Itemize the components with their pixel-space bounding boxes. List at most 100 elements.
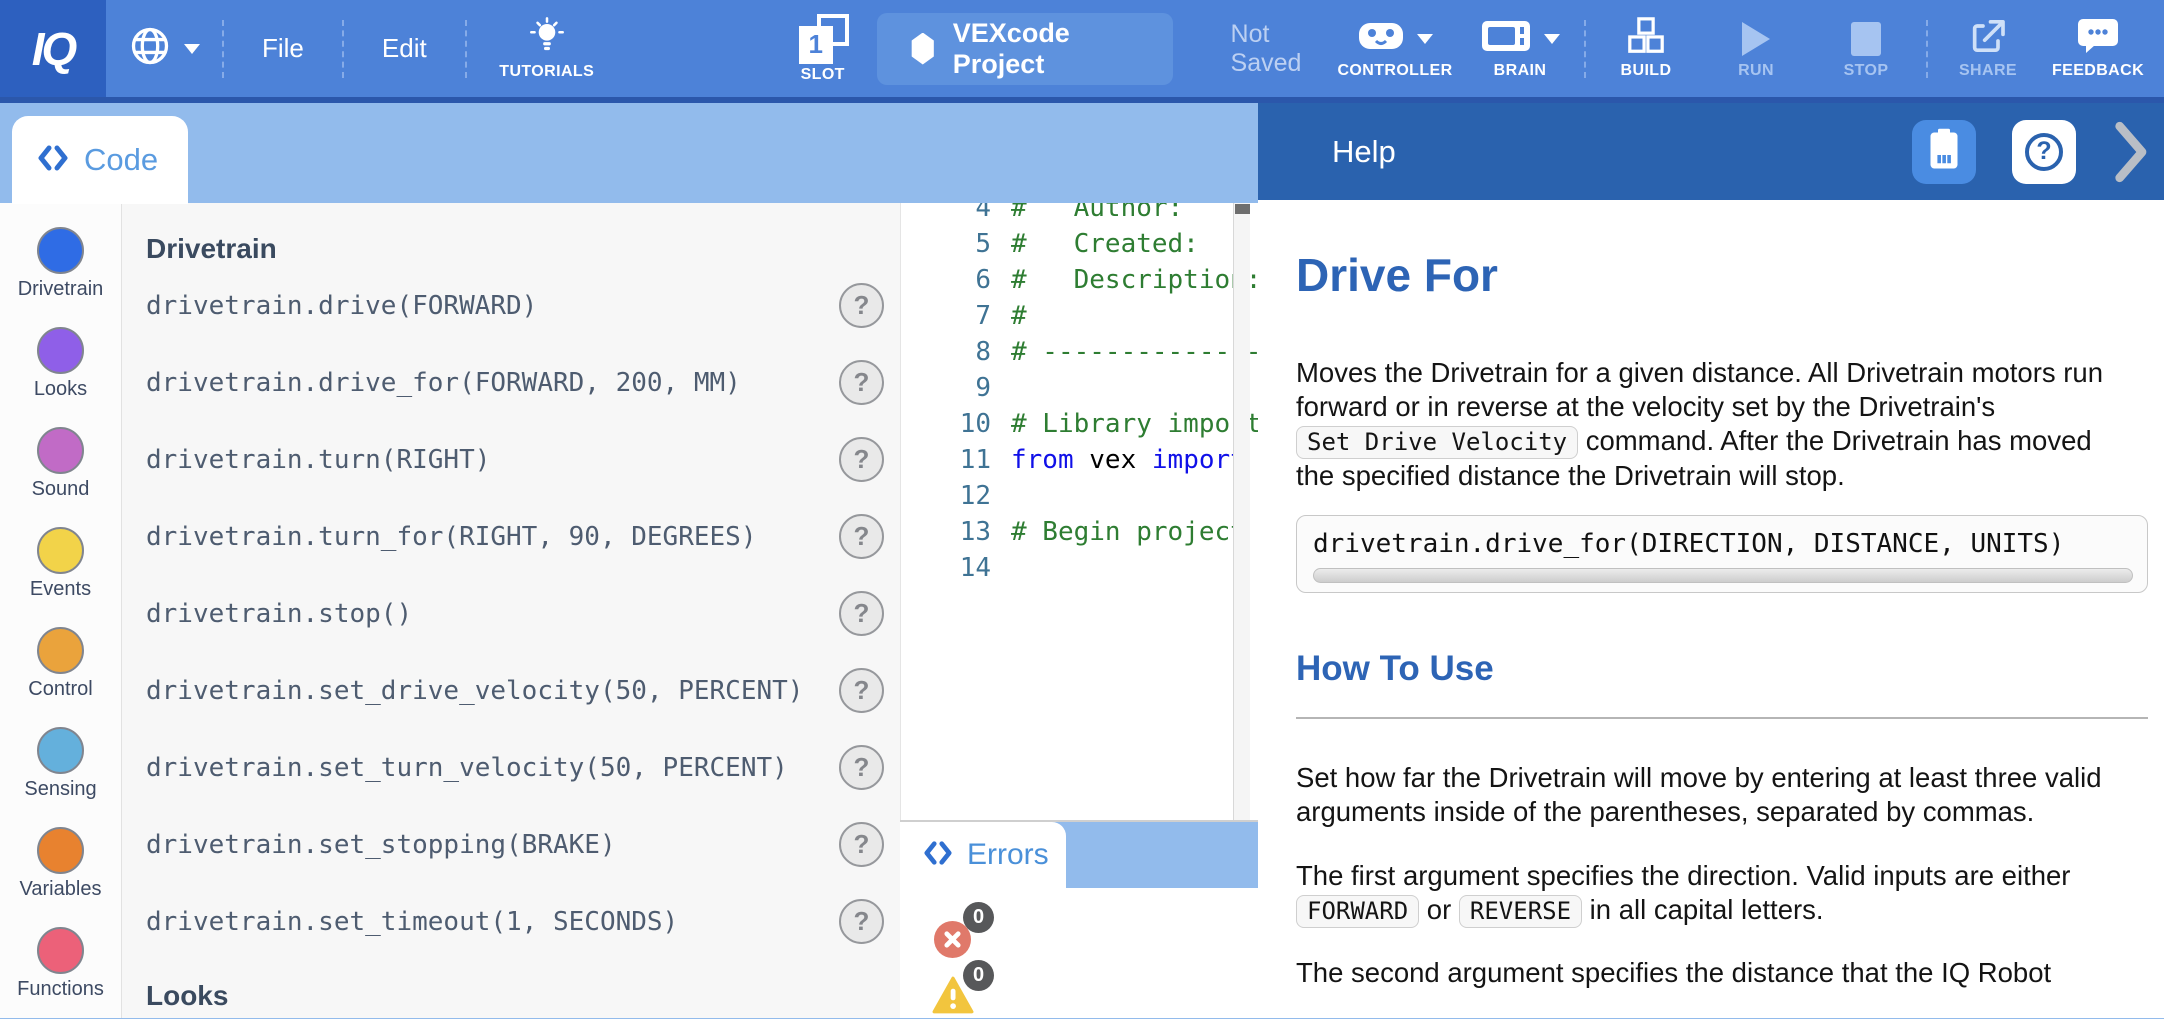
command-code[interactable]: drivetrain.set_drive_velocity(50, PERCEN… <box>146 676 803 706</box>
help-intro-paragraph: Moves the Drivetrain for a given distanc… <box>1296 356 2136 493</box>
sidebar-category-control[interactable]: Control <box>28 627 92 701</box>
toolbar-bottom-edge <box>0 97 2164 103</box>
editor-line[interactable]: 9 <box>901 370 1258 406</box>
run-label: RUN <box>1738 62 1774 80</box>
command-code[interactable]: drivetrain.turn_for(RIGHT, 90, DEGREES) <box>146 522 756 552</box>
tutorials-button[interactable]: TUTORIALS <box>483 16 611 81</box>
feedback-button[interactable]: FEEDBACK <box>2046 18 2150 80</box>
sidebar-category-sound[interactable]: Sound <box>32 427 90 501</box>
editor-line[interactable]: 6# Description: <box>901 262 1258 298</box>
editor-line[interactable]: 4# Author: <box>901 203 1258 226</box>
category-label: Control <box>28 678 92 701</box>
line-number: 14 <box>901 550 991 586</box>
file-menu[interactable]: File <box>226 33 340 64</box>
editor-line[interactable]: 5 # Created: <box>901 226 1258 262</box>
command-row[interactable]: drivetrain.turn_for(RIGHT, 90, DEGREES)? <box>146 498 900 575</box>
slot-button[interactable]: 1 SLOT <box>797 14 849 84</box>
command-row[interactable]: drivetrain.set_stopping(BRAKE)? <box>146 806 900 883</box>
sidebar-category-drivetrain[interactable]: Drivetrain <box>18 227 104 301</box>
brain-button[interactable]: BRAIN <box>1464 18 1576 80</box>
command-help-button[interactable]: ? <box>839 745 884 790</box>
python-editor[interactable]: 4# Author:5 # Created:6# Description:7#8#… <box>900 203 1258 820</box>
sidebar-category-variables[interactable]: Variables <box>20 827 102 901</box>
editor-line[interactable]: 10# Library imports <box>901 406 1258 442</box>
editor-line[interactable]: 8# ------------------------------ <box>901 334 1258 370</box>
tab-code[interactable]: Code <box>12 116 188 204</box>
help-panel-body: Drive For Moves the Drivetrain for a giv… <box>1258 200 2164 1018</box>
code-box-horizontal-scrollbar[interactable] <box>1313 568 2133 583</box>
editor-line[interactable]: 13# Begin project <box>901 514 1258 550</box>
sidebar-category-functions[interactable]: Functions <box>17 927 104 1001</box>
category-color-dot[interactable] <box>37 527 84 574</box>
language-menu[interactable] <box>128 24 200 73</box>
command-help-button[interactable]: ? <box>839 822 884 867</box>
category-color-dot[interactable] <box>37 827 84 874</box>
command-row[interactable]: drivetrain.set_turn_velocity(50, PERCENT… <box>146 729 900 806</box>
stop-square-icon <box>1851 22 1881 56</box>
category-color-dot[interactable] <box>37 927 84 974</box>
line-number: 11 <box>901 442 991 478</box>
category-label: Functions <box>17 978 104 1001</box>
collapse-help-button[interactable] <box>2112 121 2148 183</box>
tab-errors[interactable]: Errors <box>900 822 1066 888</box>
help-argument1-paragraph: The first argument specifies the directi… <box>1296 859 2136 928</box>
share-icon <box>1968 16 2008 61</box>
errors-panel-body: 0 0 <box>900 888 1258 1018</box>
lightbulb-icon <box>529 16 565 61</box>
editor-line[interactable]: 7# <box>901 298 1258 334</box>
command-help-button[interactable]: ? <box>839 899 884 944</box>
command-code[interactable]: drivetrain.set_turn_velocity(50, PERCENT… <box>146 753 788 783</box>
controller-button[interactable]: CONTROLLER <box>1332 18 1458 80</box>
command-code[interactable]: drivetrain.stop() <box>146 599 412 629</box>
command-help-button[interactable]: ? <box>839 514 884 559</box>
line-number: 5 <box>901 226 991 262</box>
category-label: Variables <box>20 878 102 901</box>
command-row[interactable]: drivetrain.drive_for(FORWARD, 200, MM)? <box>146 344 900 421</box>
command-row[interactable]: drivetrain.drive(FORWARD)? <box>146 267 900 344</box>
scrollbar-thumb[interactable] <box>1235 204 1250 214</box>
category-color-dot[interactable] <box>37 727 84 774</box>
project-name-button[interactable]: VEXcode Project <box>877 13 1173 85</box>
help-question-button[interactable]: ? <box>2012 120 2076 184</box>
run-play-icon <box>1742 22 1770 56</box>
command-row[interactable]: drivetrain.set_drive_velocity(50, PERCEN… <box>146 652 900 729</box>
text-segment: Moves the Drivetrain for a given distanc… <box>1296 357 2103 422</box>
toolbar-separator <box>1584 20 1586 78</box>
command-row[interactable]: drivetrain.set_timeout(1, SECONDS)? <box>146 883 900 960</box>
command-row[interactable]: drivetrain.stop()? <box>146 575 900 652</box>
warning-count-badge: 0 <box>963 960 994 991</box>
category-color-dot[interactable] <box>37 227 84 274</box>
command-code[interactable]: drivetrain.drive(FORWARD) <box>146 291 537 321</box>
command-code[interactable]: drivetrain.set_timeout(1, SECONDS) <box>146 907 678 937</box>
editor-vertical-scrollbar[interactable] <box>1233 203 1250 820</box>
sidebar-category-sensing[interactable]: Sensing <box>24 727 96 801</box>
editor-line[interactable]: 11from vex import <box>901 442 1258 478</box>
inline-code-pill: Set Drive Velocity <box>1296 426 1578 459</box>
command-help-button[interactable]: ? <box>839 668 884 713</box>
editor-line[interactable]: 12 <box>901 478 1258 514</box>
line-code: # Created: <box>1011 226 1199 262</box>
command-help-button[interactable]: ? <box>839 283 884 328</box>
command-help-button[interactable]: ? <box>839 591 884 636</box>
command-code[interactable]: drivetrain.drive_for(FORWARD, 200, MM) <box>146 368 741 398</box>
edit-menu[interactable]: Edit <box>346 33 463 64</box>
editor-line[interactable]: 14 <box>901 550 1258 586</box>
command-code[interactable]: drivetrain.set_stopping(BRAKE) <box>146 830 616 860</box>
category-color-dot[interactable] <box>37 627 84 674</box>
sidebar-category-events[interactable]: Events <box>30 527 91 601</box>
command-help-button[interactable]: ? <box>839 360 884 405</box>
brain-help-button[interactable] <box>1912 120 1976 184</box>
sidebar-category-looks[interactable]: Looks <box>34 327 87 401</box>
section-divider <box>1296 717 2148 719</box>
command-row[interactable]: drivetrain.turn(RIGHT)? <box>146 421 900 498</box>
command-help-button[interactable]: ? <box>839 437 884 482</box>
help-argument2-paragraph: The second argument specifies the distan… <box>1296 956 2136 990</box>
line-code: # <box>1011 298 1027 334</box>
build-button[interactable]: BUILD <box>1594 18 1698 80</box>
category-color-dot[interactable] <box>37 327 84 374</box>
category-label: Sound <box>32 478 90 501</box>
category-color-dot[interactable] <box>37 427 84 474</box>
stop-label: STOP <box>1844 62 1889 80</box>
command-code[interactable]: drivetrain.turn(RIGHT) <box>146 445 490 475</box>
line-number: 4 <box>901 203 991 226</box>
